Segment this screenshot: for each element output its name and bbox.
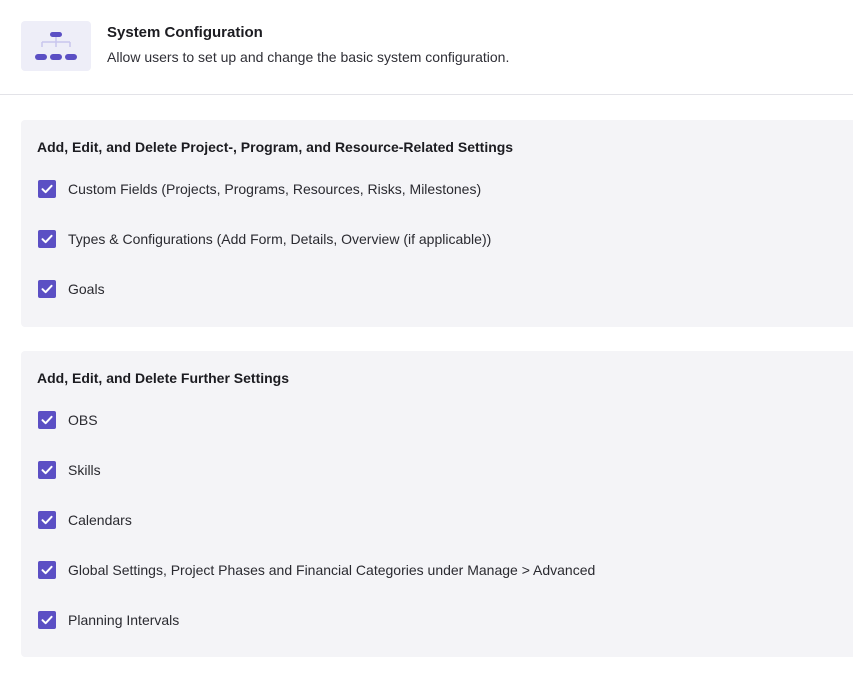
option-label: Custom Fields (Projects, Programs, Resou…	[68, 181, 482, 197]
option-planning-intervals[interactable]: Planning Intervals	[38, 611, 179, 629]
org-structure-icon	[21, 21, 91, 71]
option-custom-fields[interactable]: Custom Fields (Projects, Programs, Resou…	[38, 180, 481, 198]
permission-header: System Configuration Allow users to set …	[0, 0, 853, 95]
section-title: Add, Edit, and Delete Further Settings	[37, 370, 290, 386]
option-label: Skills	[68, 462, 101, 478]
option-label: Planning Intervals	[68, 612, 180, 628]
option-goals[interactable]: Goals	[38, 280, 105, 298]
checkbox-checked-icon[interactable]	[38, 180, 56, 198]
checkbox-checked-icon[interactable]	[38, 230, 56, 248]
section-title: Add, Edit, and Delete Project-, Program,…	[37, 139, 514, 155]
option-obs[interactable]: OBS	[38, 411, 98, 429]
section-further-settings: Add, Edit, and Delete Further Settings O…	[21, 351, 853, 657]
option-label: Goals	[68, 281, 105, 297]
checkbox-checked-icon[interactable]	[38, 511, 56, 529]
page-title: System Configuration	[107, 24, 263, 41]
checkbox-checked-icon[interactable]	[38, 280, 56, 298]
option-label: Calendars	[68, 512, 132, 528]
option-label: OBS	[68, 412, 98, 428]
option-global-settings[interactable]: Global Settings, Project Phases and Fina…	[38, 561, 595, 579]
checkbox-checked-icon[interactable]	[38, 561, 56, 579]
option-skills[interactable]: Skills	[38, 461, 101, 479]
option-calendars[interactable]: Calendars	[38, 511, 132, 529]
checkbox-checked-icon[interactable]	[38, 611, 56, 629]
option-label: Global Settings, Project Phases and Fina…	[68, 562, 596, 578]
checkbox-checked-icon[interactable]	[38, 411, 56, 429]
section-project-settings: Add, Edit, and Delete Project-, Program,…	[21, 120, 853, 327]
option-label: Types & Configurations (Add Form, Detail…	[68, 231, 492, 247]
page-description: Allow users to set up and change the bas…	[107, 49, 510, 65]
option-types-configurations[interactable]: Types & Configurations (Add Form, Detail…	[38, 230, 491, 248]
checkbox-checked-icon[interactable]	[38, 461, 56, 479]
